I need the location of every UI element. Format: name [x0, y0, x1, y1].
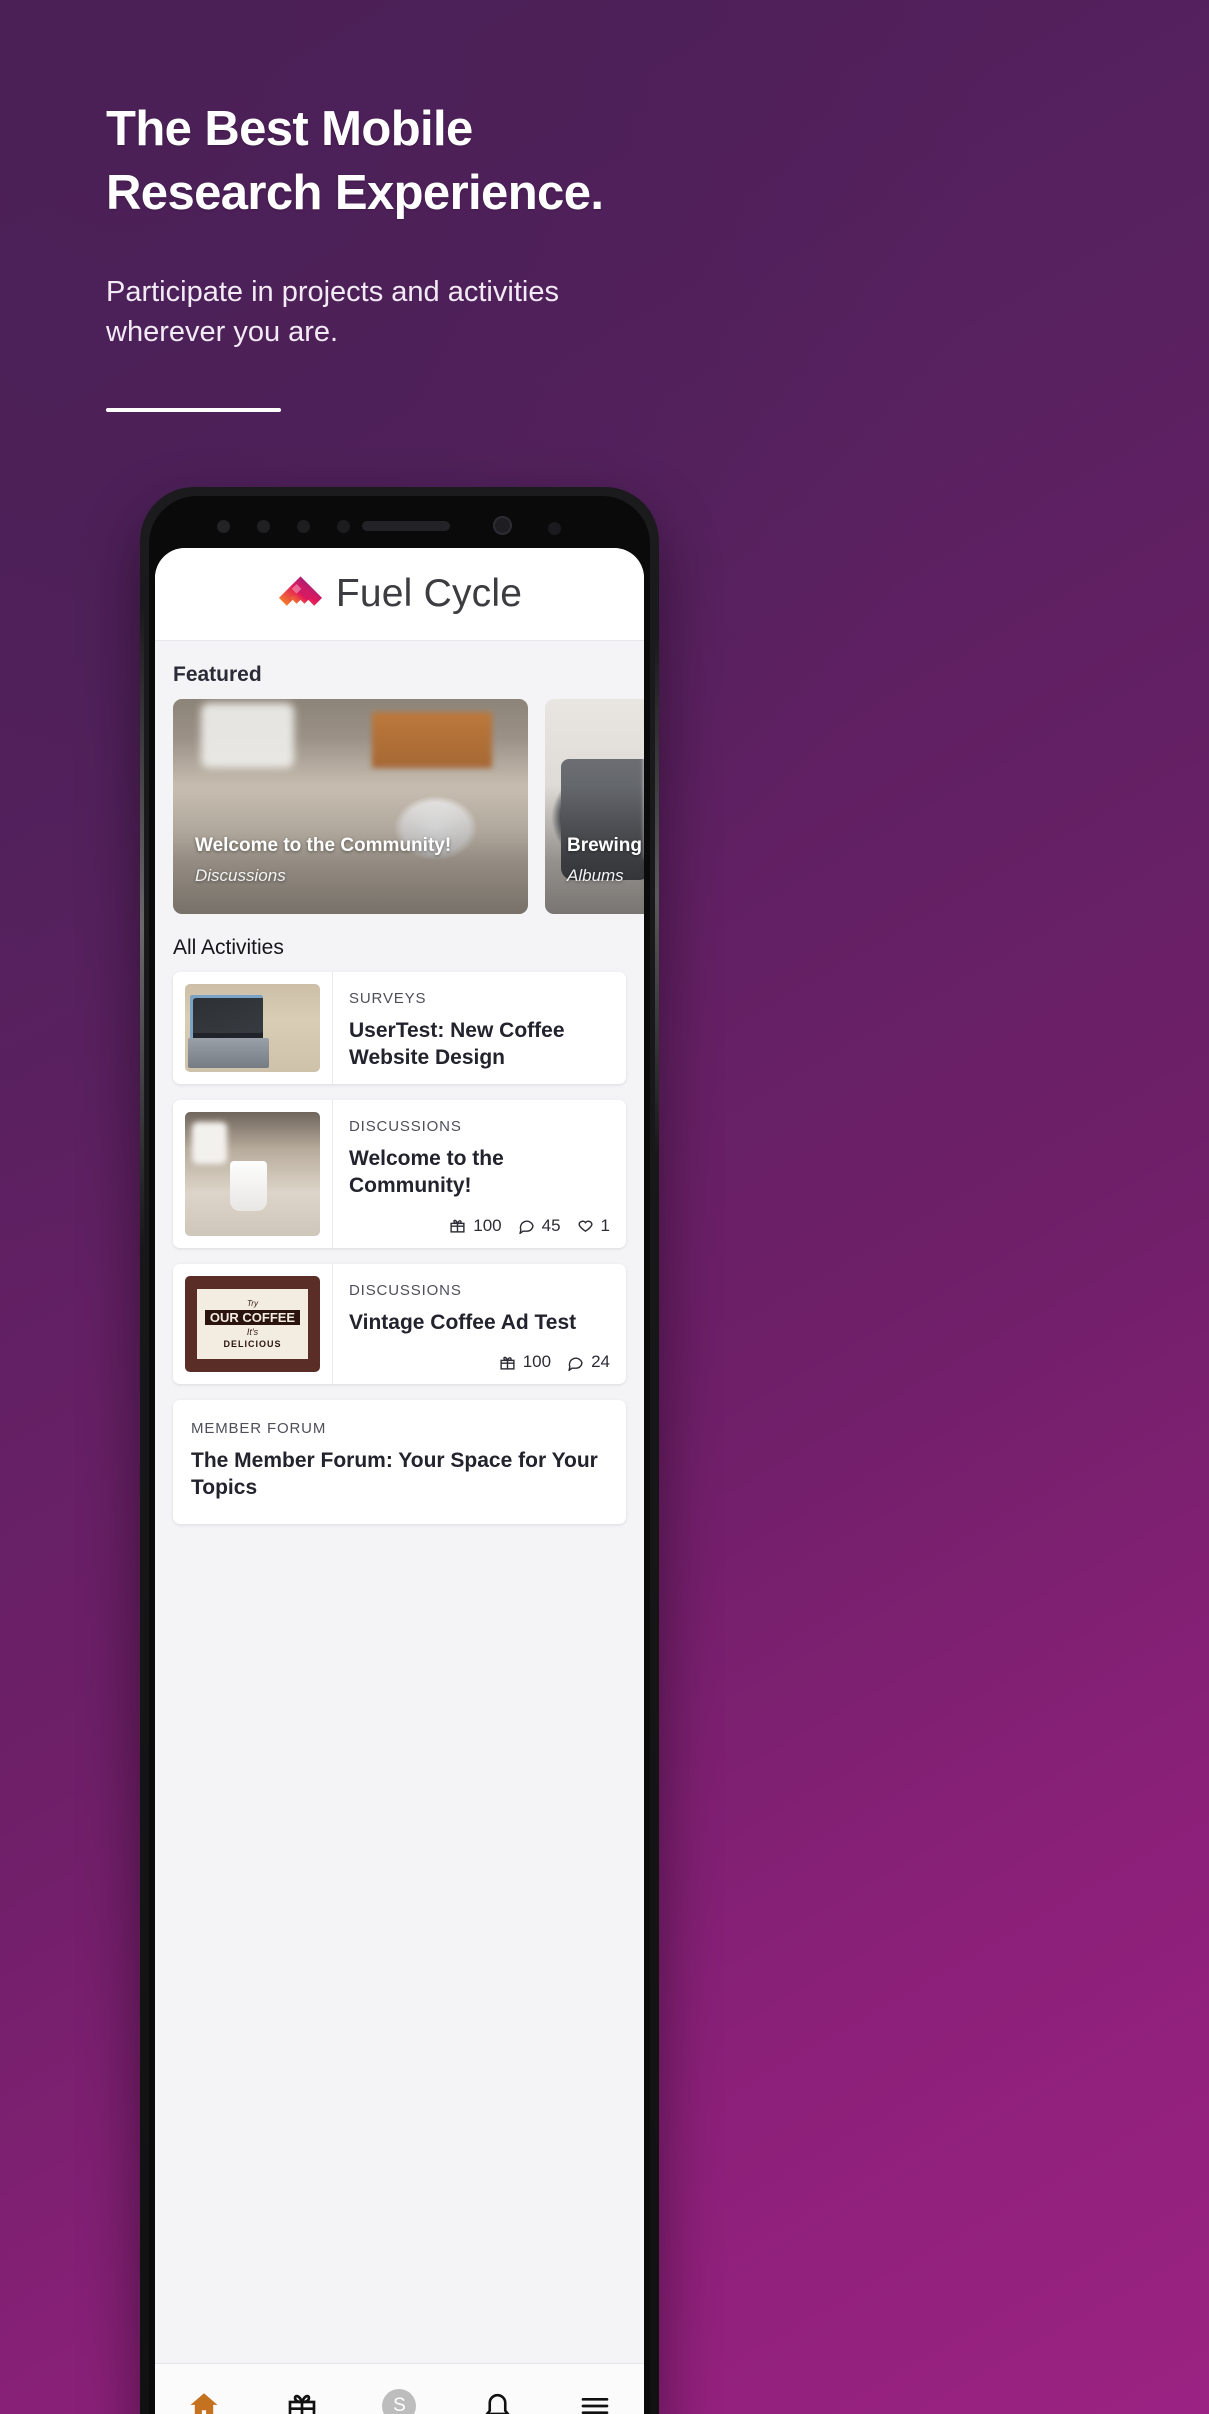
- activity-category: DISCUSSIONS: [349, 1281, 462, 1299]
- sensor-dots-icon: [217, 520, 230, 533]
- activity-stats: 100 24: [349, 1336, 610, 1372]
- gift-icon: [288, 2394, 316, 2414]
- activity-title: The Member Forum: Your Space for Your To…: [191, 1449, 598, 1500]
- stat-value: 100: [473, 1215, 502, 1235]
- featured-card[interactable]: Welcome to the Community! Discussions: [173, 699, 528, 914]
- activity-thumbnail: Try OUR COFFEE It's DELICIOUS: [185, 1275, 320, 1373]
- featured-card-title: Welcome to the Community!: [195, 835, 452, 856]
- app-header: Fuel Cycle: [155, 548, 644, 641]
- featured-card-subtitle: Albums: [567, 866, 624, 885]
- list-item[interactable]: Try OUR COFFEE It's DELICIOUS DISCUSSION…: [173, 1263, 626, 1385]
- gift-icon: [500, 1356, 515, 1370]
- activity-category: SURVEYS: [349, 990, 427, 1007]
- stat-value: 100: [522, 1352, 552, 1372]
- bell-icon: [485, 2393, 510, 2414]
- nav-notifications[interactable]: [467, 2376, 527, 2414]
- list-item[interactable]: MEMBER FORUM The Member Forum: Your Spac…: [173, 1400, 626, 1525]
- phone-mockup: Fuel Cycle Featured Welcome to the Commu…: [140, 487, 659, 2414]
- activity-thumbnail: [185, 1111, 320, 1236]
- hero-title-line-2: Research Experience.: [106, 165, 604, 220]
- hero-subtitle-line-2: wherever you are.: [106, 315, 339, 348]
- activity-list: SURVEYS UserTest: New Coffee Website Des…: [155, 972, 644, 1525]
- list-item[interactable]: SURVEYS UserTest: New Coffee Website Des…: [173, 972, 626, 1084]
- page-title: The Best Mobile Research Experience.: [106, 98, 746, 225]
- vintage-ad-line-2: OUR COFFEE: [204, 1309, 301, 1325]
- stat-points: 100: [443, 1215, 502, 1236]
- stat-value: 24: [591, 1352, 610, 1372]
- bottom-navigation-bar[interactable]: S: [155, 2363, 644, 2414]
- activity-stats: 100 45 1: [349, 1200, 610, 1236]
- comment-icon: [518, 1220, 534, 1234]
- home-icon: [190, 2392, 218, 2414]
- promo-banner: The Best Mobile Research Experience. Par…: [0, 0, 1209, 2414]
- stat-likes: 1: [571, 1216, 610, 1236]
- activity-category: MEMBER FORUM: [191, 1420, 327, 1438]
- stat-comments: 24: [561, 1352, 610, 1372]
- featured-section-title: Featured: [173, 663, 262, 686]
- vintage-ad-line-3: It's: [246, 1326, 259, 1337]
- nav-profile[interactable]: S: [369, 2376, 429, 2414]
- featured-card-subtitle: Discussions: [195, 866, 286, 885]
- app-content-scroll[interactable]: Featured Welcome to the Community! Discu…: [155, 641, 644, 2363]
- activity-thumbnail: [185, 984, 320, 1072]
- phone-top-sensors: [155, 502, 644, 548]
- featured-carousel[interactable]: Welcome to the Community! Discussions Br…: [155, 699, 644, 914]
- hero-copy: The Best Mobile Research Experience. Par…: [106, 98, 746, 412]
- hero-title-line-1: The Best Mobile: [106, 102, 473, 156]
- heart-icon: [577, 1220, 593, 1233]
- stat-points: 100: [493, 1352, 551, 1372]
- avatar: S: [382, 2388, 417, 2414]
- vintage-ad-line-1: Try: [247, 1298, 258, 1308]
- hero-subtitle: Participate in projects and activities w…: [106, 273, 746, 351]
- stat-value: 1: [600, 1215, 610, 1235]
- phone-bezel: Fuel Cycle Featured Welcome to the Commu…: [149, 496, 650, 2414]
- comment-icon: [568, 1357, 583, 1371]
- activity-title: UserTest: New Coffee Website Design: [349, 1019, 565, 1069]
- hamburger-menu-icon: [581, 2397, 609, 2414]
- hero-divider: [106, 407, 281, 412]
- nav-home[interactable]: [174, 2376, 234, 2414]
- stat-comments: 45: [512, 1216, 561, 1236]
- vintage-ad-line-4: DELICIOUS: [223, 1338, 282, 1349]
- earpiece-speaker-icon: [362, 521, 450, 531]
- fuel-cycle-chevron-icon: [277, 574, 324, 614]
- list-item[interactable]: DISCUSSIONS Welcome to the Community! 10: [173, 1099, 626, 1248]
- nav-rewards[interactable]: [272, 2376, 332, 2414]
- featured-card[interactable]: Brewing C Albums: [545, 699, 644, 914]
- app-brand-name: Fuel Cycle: [335, 572, 523, 615]
- hero-subtitle-line-1: Participate in projects and activities: [106, 276, 559, 309]
- featured-card-title: Brewing C: [567, 835, 644, 856]
- nav-menu[interactable]: [565, 2376, 625, 2414]
- activity-title: Vintage Coffee Ad Test: [349, 1310, 577, 1334]
- stat-value: 45: [541, 1215, 561, 1235]
- gift-icon: [450, 1219, 465, 1233]
- phone-screen: Fuel Cycle Featured Welcome to the Commu…: [155, 548, 644, 2414]
- all-activities-section-title: All Activities: [173, 936, 284, 959]
- activity-title: Welcome to the Community!: [349, 1146, 504, 1197]
- front-camera-icon: [493, 516, 512, 535]
- activity-category: DISCUSSIONS: [349, 1117, 462, 1135]
